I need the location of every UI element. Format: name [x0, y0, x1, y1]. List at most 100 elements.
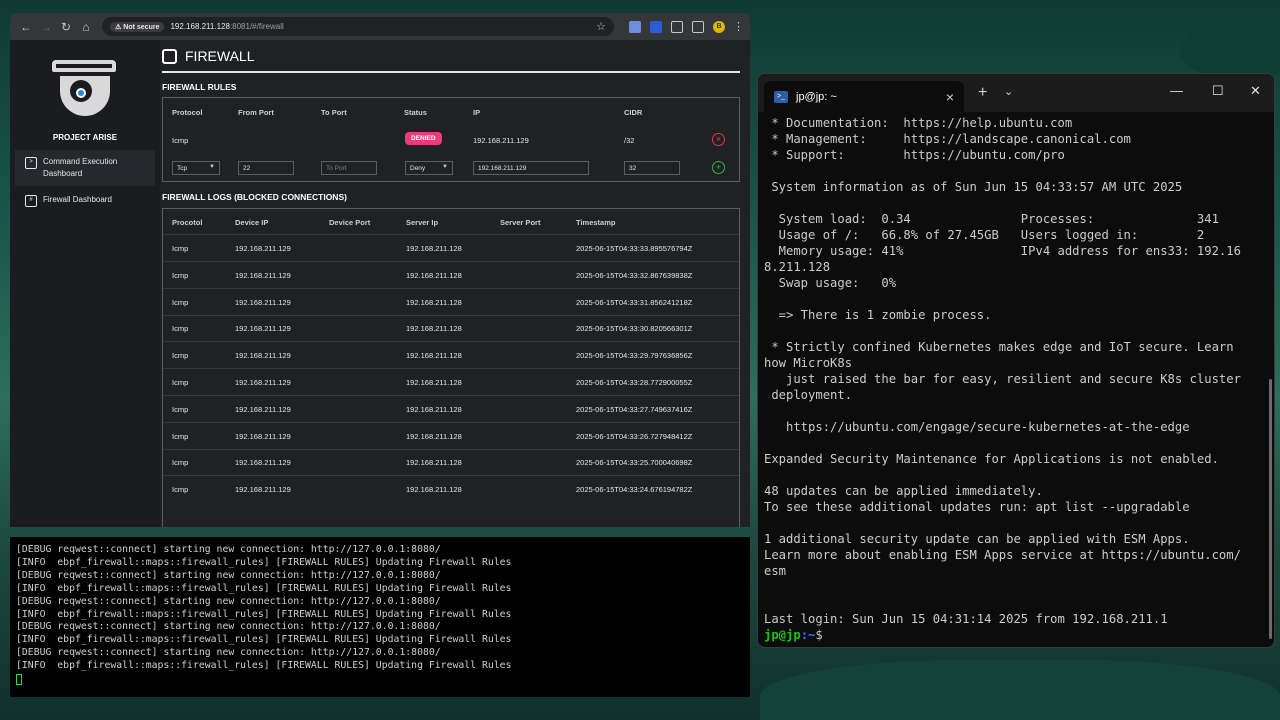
puzzle-icon[interactable]	[671, 20, 683, 33]
terminal-tab[interactable]: >_ jp@jp: ~ ×	[764, 81, 964, 112]
menu-kebab-icon[interactable]: ⋮	[733, 20, 744, 33]
terminal-line: 48 updates can be applied immediately.	[764, 484, 1043, 498]
terminal-line: Last login: Sun Jun 15 04:31:14 2025 fro…	[764, 612, 1168, 626]
rules-header-to-port: To Port	[321, 108, 347, 117]
powershell-icon: >_	[774, 90, 788, 103]
log-cell-timestamp: 2025-06-15T04:33:29.797636856Z	[576, 351, 693, 361]
bookmark-star-icon[interactable]: ☆	[596, 20, 606, 33]
log-cell-device-ip: 192.168.211.129	[235, 431, 291, 441]
sidebar-item-firewall[interactable]: # Firewall Dashboard	[15, 188, 155, 213]
checkmark-extension-icon[interactable]	[650, 20, 662, 33]
forward-arrow-icon[interactable]: →	[36, 17, 56, 37]
debug-log-line: [DEBUG reqwest::connect] starting new co…	[16, 621, 441, 633]
main-content: FIREWALL FIREWALL RULES Protocol From Po…	[162, 40, 740, 527]
terminal-content[interactable]: * Documentation: https://help.ubuntu.com…	[758, 112, 1274, 647]
log-cell-server-ip: 192.168.211.128	[406, 270, 462, 280]
logs-header-protocol: Procotol	[172, 218, 203, 227]
project-name: PROJECT ARISE	[52, 133, 118, 142]
reload-icon[interactable]: ↻	[56, 17, 76, 37]
log-cell-server-ip: 192.168.211.128	[406, 485, 462, 495]
chevron-down-icon: ▼	[209, 164, 215, 170]
shell-prompt: jp@jp:~$	[764, 627, 1268, 643]
rule-ip: 192.168.211.129	[473, 136, 529, 145]
log-cell-timestamp: 2025-06-15T04:33:30.820566301Z	[576, 324, 693, 334]
sidebar: PROJECT ARISE > Command Execution Dashbo…	[10, 40, 160, 527]
log-cell-timestamp: 2025-06-15T04:33:26.727948412Z	[576, 431, 693, 441]
minimize-icon[interactable]: —	[1170, 83, 1183, 98]
maximize-icon[interactable]: ☐	[1212, 83, 1224, 99]
log-cell-protocol: Icmp	[172, 244, 189, 253]
back-arrow-icon[interactable]: ←	[16, 17, 36, 37]
delete-rule-icon[interactable]: ×	[712, 133, 725, 146]
url-rest: :8081/#/firewall	[229, 22, 284, 31]
browser-toolbar: ← → ↻ ⌂ ⚠ Not secure 192.168.211.128:8081…	[10, 13, 750, 40]
terminal-scrollbar[interactable]	[1269, 379, 1272, 639]
close-window-icon[interactable]: ✕	[1250, 83, 1261, 99]
chevron-down-icon[interactable]: ⌄	[1004, 85, 1013, 98]
table-row-divider	[163, 448, 739, 450]
from-port-input[interactable]: 22	[238, 161, 294, 175]
prompt-user: jp@jp	[764, 628, 801, 642]
rules-header-cidr: CIDR	[624, 108, 643, 117]
log-cell-timestamp: 2025-06-15T04:33:31.856241218Z	[576, 297, 693, 307]
logs-panel: Procotol Device IP Device Port Server Ip…	[162, 208, 740, 527]
terminal-line: * Strictly confined Kubernetes makes edg…	[764, 340, 1234, 354]
firewall-icon	[162, 48, 177, 64]
terminal-icon: >	[25, 157, 37, 169]
table-row-divider	[163, 314, 739, 316]
log-cell-timestamp: 2025-06-15T04:33:28.772900055Z	[576, 378, 693, 387]
debug-log-line: [INFO ebpf_firewall::maps::firewall_rule…	[16, 634, 512, 646]
rule-cidr: /32	[624, 136, 635, 145]
wallpaper-tree	[760, 660, 1280, 720]
action-select[interactable]: Deny ▼	[405, 161, 453, 175]
terminal-output: * Documentation: https://help.ubuntu.com…	[764, 115, 1268, 627]
cidr-input[interactable]: 32	[624, 161, 680, 175]
log-cell-device-ip: 192.168.211.129	[235, 270, 291, 280]
url-host: 192.168.211.128	[170, 22, 230, 31]
log-cell-device-ip: 192.168.211.129	[235, 297, 291, 307]
log-cell-protocol: Icmp	[172, 404, 189, 414]
to-port-input[interactable]: To Port	[321, 161, 377, 175]
log-cell-server-ip: 192.168.211.128	[406, 351, 462, 361]
address-bar[interactable]: ⚠ Not secure 192.168.211.128:8081/#/firew…	[102, 17, 614, 36]
terminal-line: => There is 1 zombie process.	[764, 308, 992, 322]
log-cell-protocol: Icmp	[172, 458, 189, 468]
debug-terminal[interactable]: [DEBUG reqwest::connect] starting new co…	[10, 537, 750, 697]
protocol-select[interactable]: Tcp ▼	[172, 161, 220, 175]
sidebar-item-command-execution[interactable]: > Command Execution Dashboard	[15, 150, 155, 186]
side-panel-icon[interactable]	[692, 20, 704, 33]
sidebar-item-label: Command Execution Dashboard	[43, 157, 118, 178]
logs-header-timestamp: Timestamp	[576, 218, 616, 227]
log-cell-protocol: Icmp	[172, 351, 189, 361]
add-rule-icon[interactable]: +	[712, 161, 725, 174]
status-badge: DENIED	[405, 132, 442, 145]
log-cell-timestamp: 2025-06-15T04:33:27.749637416Z	[576, 404, 693, 414]
logs-header-device-ip: Device IP	[235, 218, 269, 227]
rules-header-protocol: Protocol	[172, 108, 203, 117]
close-tab-icon[interactable]: ×	[946, 89, 954, 105]
new-tab-plus-icon[interactable]: +	[978, 84, 987, 102]
project-logo	[52, 60, 116, 118]
page-title-text: FIREWALL	[185, 48, 255, 64]
rules-header-ip: IP	[473, 108, 481, 117]
debug-log-line: [DEBUG reqwest::connect] starting new co…	[16, 544, 441, 555]
header-divider	[163, 234, 739, 235]
terminal-line: * Support: https://ubuntu.com/pro	[764, 148, 1065, 162]
terminal-line: Usage of /: 66.8% of 27.45GB Users logge…	[764, 228, 1205, 242]
table-row-divider	[163, 341, 739, 343]
ip-input[interactable]: 192.168.211.129	[473, 161, 589, 175]
home-icon[interactable]: ⌂	[76, 17, 96, 37]
chevron-down-icon: ▼	[442, 164, 448, 170]
extension-icon[interactable]	[629, 20, 641, 33]
not-secure-badge[interactable]: ⚠ Not secure	[110, 21, 165, 32]
terminal-line: * Documentation: https://help.ubuntu.com	[764, 116, 1073, 130]
profile-avatar-icon[interactable]: B	[713, 20, 725, 33]
log-cell-server-ip: 192.168.211.128	[406, 431, 462, 441]
browser-window: ← → ↻ ⌂ ⚠ Not secure 192.168.211.128:8081…	[10, 13, 750, 527]
web-page: PROJECT ARISE > Command Execution Dashbo…	[10, 40, 750, 527]
